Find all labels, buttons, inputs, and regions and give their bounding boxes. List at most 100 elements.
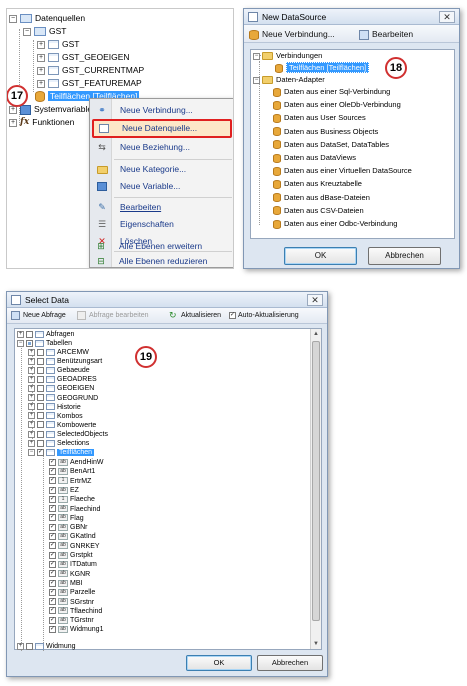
tree-item-table[interactable]: + Historie xyxy=(28,403,81,412)
tree-item-table[interactable]: + GEOADRES xyxy=(28,375,97,384)
tree-item-table[interactable]: + Selections xyxy=(28,439,89,448)
checkbox[interactable] xyxy=(49,598,56,606)
auto-refresh-toggle[interactable]: Auto-Aktualisierung xyxy=(229,309,299,323)
adapter-item[interactable]: Daten aus DataSet, DataTables xyxy=(273,139,389,150)
checkbox[interactable] xyxy=(37,448,44,456)
checkbox[interactable] xyxy=(49,486,56,494)
checkbox[interactable] xyxy=(49,477,56,485)
tree-item-table[interactable]: + GST xyxy=(37,38,79,51)
checkbox[interactable] xyxy=(26,642,33,650)
expand-icon[interactable]: + xyxy=(28,394,35,402)
expand-icon[interactable]: + xyxy=(28,348,35,356)
field-item[interactable]: abGNRKEY xyxy=(49,542,100,551)
expand-icon[interactable]: + xyxy=(28,421,35,429)
checkbox[interactable] xyxy=(49,626,56,634)
tree-item-table[interactable]: + Widmung xyxy=(17,642,76,651)
expand-icon[interactable]: + xyxy=(28,412,35,420)
checkbox[interactable] xyxy=(49,533,56,541)
field-item[interactable]: abParzelle xyxy=(49,588,95,597)
adapter-item[interactable]: Daten aus einer Virtuellen DataSource xyxy=(273,165,412,176)
field-item[interactable]: abGKatInd xyxy=(49,532,96,541)
adapter-item[interactable]: Daten aus Business Objects xyxy=(273,126,378,137)
expand-icon[interactable]: + xyxy=(9,118,17,127)
menu-item-properties[interactable]: ☰ Eigenschaften xyxy=(92,216,232,233)
checkbox[interactable] xyxy=(49,588,56,596)
tree-item-table[interactable]: + Gebaeude xyxy=(28,366,90,375)
expand-icon[interactable]: + xyxy=(28,430,35,438)
checkbox[interactable] xyxy=(37,421,44,429)
field-item[interactable]: abWidmung1 xyxy=(49,625,103,634)
menu-item-new-datasource[interactable]: Neue Datenquelle... xyxy=(92,119,232,138)
checkbox[interactable] xyxy=(49,514,56,522)
close-icon[interactable]: ✕ xyxy=(307,294,323,306)
checkbox[interactable] xyxy=(49,570,56,578)
adapter-item[interactable]: Daten aus Kreuztabelle xyxy=(273,178,362,189)
menu-item-new-relation[interactable]: ⇆ Neue Beziehung... xyxy=(92,139,232,156)
checkbox[interactable] xyxy=(37,366,44,374)
expand-icon[interactable]: + xyxy=(37,40,45,49)
vertical-scrollbar[interactable]: ▲ ▼ xyxy=(310,329,321,649)
edit-query-button[interactable]: Abfrage bearbeiten xyxy=(77,309,149,323)
field-item[interactable]: abGBNr xyxy=(49,523,88,532)
cancel-button[interactable]: Abbrechen xyxy=(257,655,323,671)
checkbox[interactable] xyxy=(37,385,44,393)
expand-icon[interactable]: + xyxy=(17,330,24,338)
tree-item-queries[interactable]: + Abfragen xyxy=(17,330,74,339)
expand-icon[interactable]: + xyxy=(28,439,35,447)
checkbox[interactable] xyxy=(49,579,56,587)
edit-button[interactable]: Bearbeiten xyxy=(359,27,413,41)
tree-item-tables[interactable]: − Tabellen xyxy=(17,339,72,348)
checkbox[interactable] xyxy=(49,467,56,475)
adapter-item[interactable]: Daten aus DataViews xyxy=(273,152,356,163)
checkbox[interactable] xyxy=(37,375,44,383)
field-item[interactable]: abBenArt1 xyxy=(49,467,95,476)
collapse-icon[interactable]: − xyxy=(253,52,260,60)
tree-item-data-adapters[interactable]: − Daten-Adapter xyxy=(253,74,325,85)
checkbox[interactable] xyxy=(37,394,44,402)
field-item[interactable]: abTflaechind xyxy=(49,607,102,616)
scroll-up-icon[interactable]: ▲ xyxy=(311,329,321,339)
menu-item-edit[interactable]: ✎ Bearbeiten xyxy=(92,199,232,216)
checkbox[interactable] xyxy=(49,560,56,568)
expand-icon[interactable]: + xyxy=(28,366,35,374)
expand-icon[interactable]: + xyxy=(28,375,35,383)
close-icon[interactable]: ✕ xyxy=(439,11,455,23)
scroll-down-icon[interactable]: ▼ xyxy=(311,639,321,649)
tree-item-connections[interactable]: − Verbindungen xyxy=(253,50,322,61)
tree-item-table[interactable]: + SelectedObjects xyxy=(28,430,108,439)
scroll-thumb[interactable] xyxy=(312,341,320,621)
field-item[interactable]: abEZ xyxy=(49,486,79,495)
expand-icon[interactable]: + xyxy=(28,357,35,365)
checkbox[interactable] xyxy=(49,616,56,624)
expand-icon[interactable]: + xyxy=(28,403,35,411)
select-data-tree[interactable]: + Abfragen − Tabellen + ARCEMW + Benützungsar… xyxy=(14,328,322,651)
expand-icon[interactable]: + xyxy=(28,385,35,393)
datasource-tree[interactable]: − Verbindungen Teilflächen [Teilflächen] … xyxy=(250,49,455,239)
checkbox[interactable] xyxy=(49,542,56,550)
checkbox[interactable] xyxy=(49,505,56,513)
tree-item-gst-source[interactable]: − GST xyxy=(23,25,66,38)
menu-item-new-category[interactable]: Neue Kategorie... xyxy=(92,161,232,178)
collapse-icon[interactable]: − xyxy=(23,27,31,36)
checkbox[interactable] xyxy=(37,348,44,356)
checkbox[interactable] xyxy=(37,430,44,438)
collapse-icon[interactable]: − xyxy=(28,448,35,456)
checkbox[interactable] xyxy=(26,339,33,347)
ok-button[interactable]: OK xyxy=(186,655,252,671)
adapter-item[interactable]: Daten aus User Sources xyxy=(273,112,366,123)
tree-item-table[interactable]: + Benützungsart xyxy=(28,357,102,366)
checkbox[interactable] xyxy=(49,607,56,615)
cancel-button[interactable]: Abbrechen xyxy=(368,247,441,265)
field-item[interactable]: 1ErtrMZ xyxy=(49,477,91,486)
field-item[interactable]: 1Flaeche xyxy=(49,495,95,504)
field-item[interactable]: abFlag xyxy=(49,514,84,523)
adapter-item[interactable]: Daten aus einer Sql-Verbindung xyxy=(273,86,390,97)
expand-icon[interactable]: + xyxy=(37,53,45,62)
menu-item-new-connection[interactable]: ⚭ Neue Verbindung... xyxy=(92,102,232,119)
checkbox[interactable] xyxy=(37,357,44,365)
adapter-item[interactable]: Daten aus einer Odbc-Verbindung xyxy=(273,218,397,229)
checkbox[interactable] xyxy=(49,551,56,559)
tree-item-table[interactable]: + ARCEMW xyxy=(28,348,89,357)
expand-icon[interactable]: + xyxy=(17,642,24,650)
adapter-item[interactable]: Daten aus CSV-Dateien xyxy=(273,205,364,216)
